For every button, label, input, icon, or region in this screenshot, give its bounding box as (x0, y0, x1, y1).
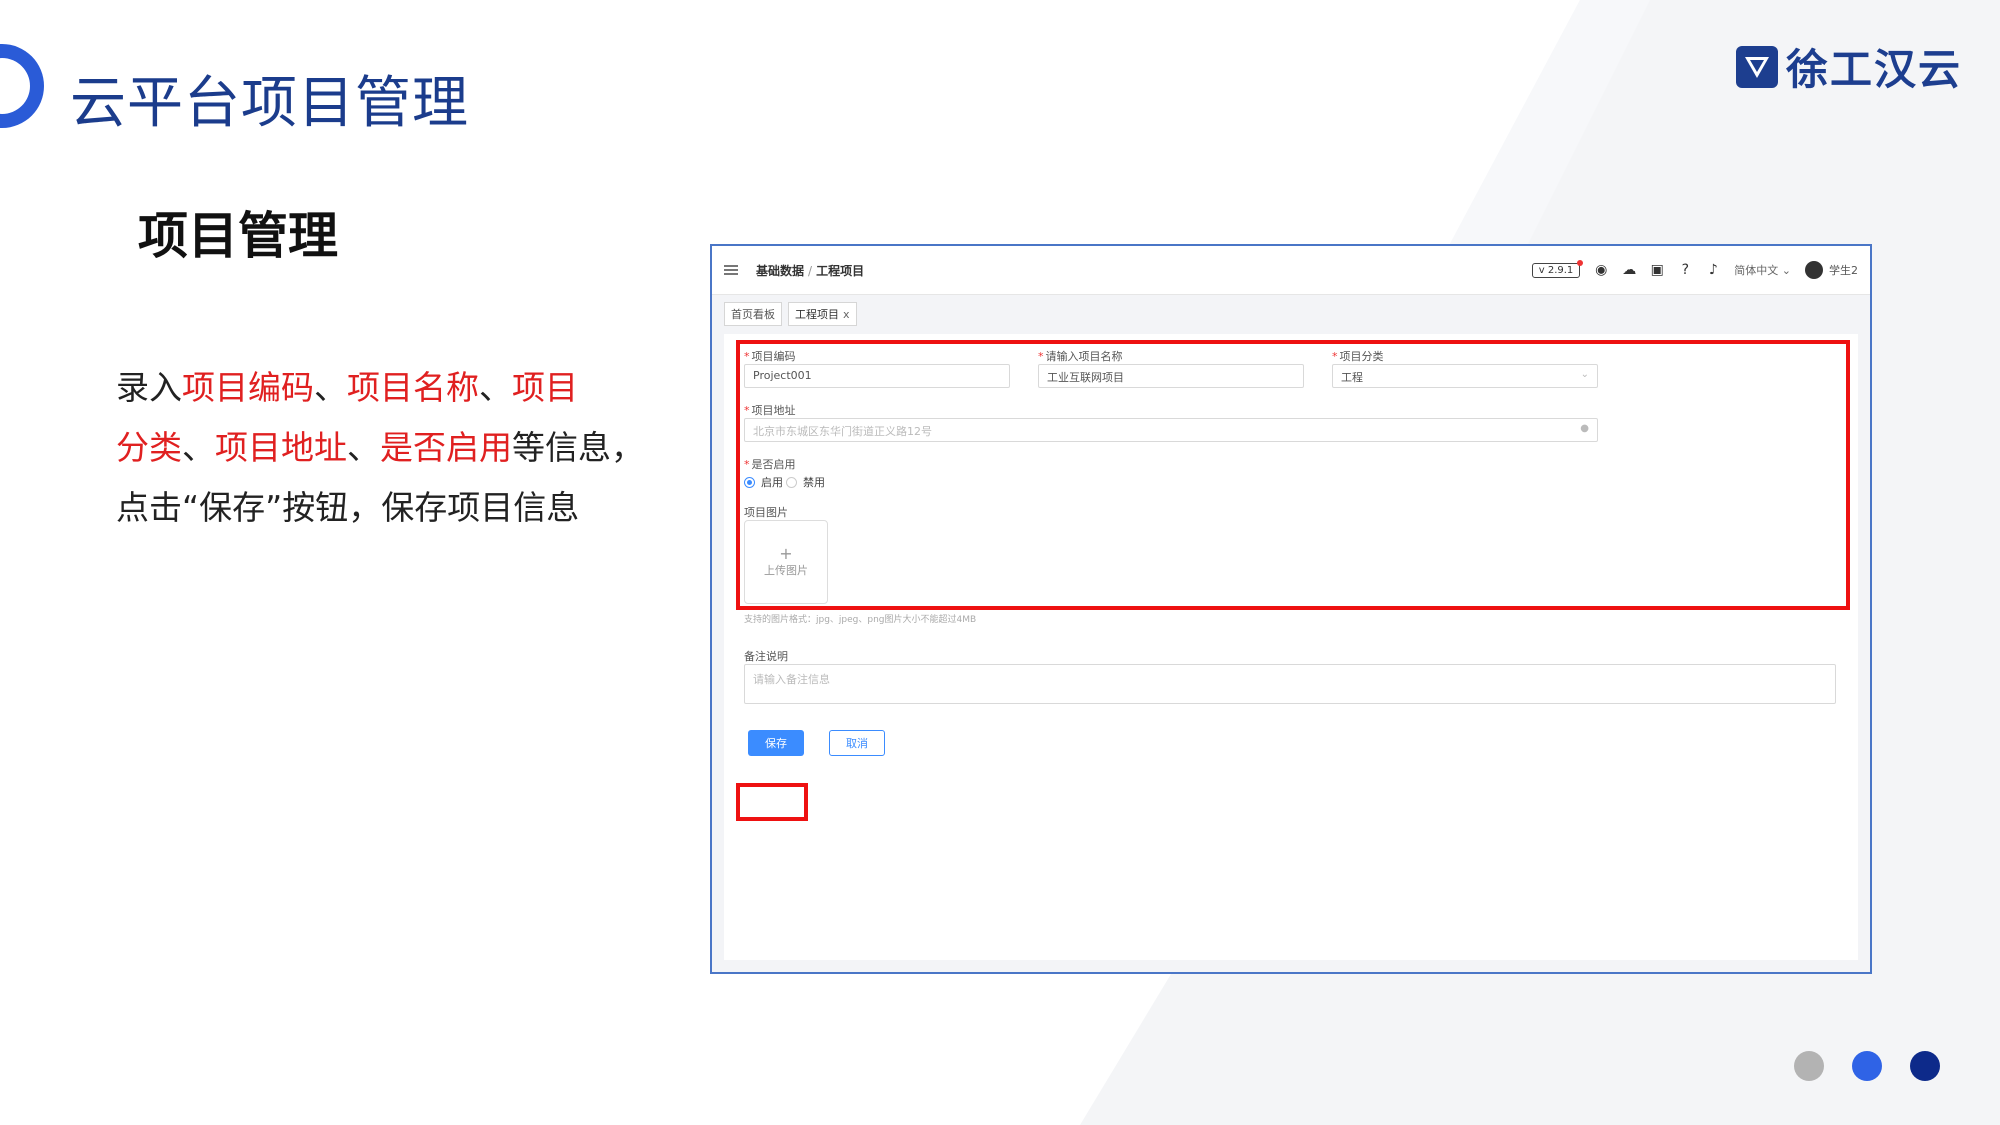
fullscreen-icon[interactable]: ▣ (1650, 263, 1664, 277)
brand-logo: 徐工汉云 (1734, 36, 1962, 97)
pager-dot-2 (1852, 1051, 1882, 1081)
upload-hint: 支持的图片格式：jpg、jpeg、png图片大小不能超过4MB (744, 615, 977, 625)
pager-dot-3 (1910, 1051, 1940, 1081)
avatar (1805, 261, 1823, 279)
cloud-icon[interactable]: ☁ (1622, 263, 1636, 277)
user-name: 学生2 (1829, 264, 1858, 277)
app-screenshot: 基础数据 / 工程项目 v 2.9.1 ◉ ☁ ▣ ? ♪ 简体中文 ⌄ 学生2 首… (710, 244, 1872, 974)
tab-dashboard[interactable]: 首页看板 (724, 302, 782, 326)
user-menu[interactable]: 学生2 (1805, 261, 1858, 279)
logo-text: 徐工汉云 (1785, 45, 1962, 94)
app-header: 基础数据 / 工程项目 v 2.9.1 ◉ ☁ ▣ ? ♪ 简体中文 ⌄ 学生2 (712, 246, 1870, 295)
header-toolbar: v 2.9.1 ◉ ☁ ▣ ? ♪ 简体中文 ⌄ 学生2 (1531, 259, 1858, 279)
chat-icon[interactable]: ◉ (1594, 263, 1608, 277)
cancel-button[interactable]: 取消 (829, 730, 885, 756)
bell-icon[interactable]: ♪ (1706, 263, 1720, 277)
remark-textarea[interactable]: 请输入备注信息 (744, 664, 1836, 704)
breadcrumb: 基础数据 / 工程项目 (756, 262, 864, 279)
menu-toggle-icon[interactable] (724, 265, 738, 275)
language-select[interactable]: 简体中文 ⌄ (1734, 262, 1791, 278)
description-line-2: 分类、项目地址、是否启用等信息， (116, 428, 644, 467)
breadcrumb-current: 工程项目 (816, 263, 865, 278)
description-text: 录入项目编码、项目名称、项目 分类、项目地址、是否启用等信息， 点击“保存”按钮… (116, 358, 656, 538)
pager-dot-1 (1794, 1051, 1824, 1081)
breadcrumb-separator: / (808, 263, 813, 278)
tab-projects[interactable]: 工程项目 x (788, 302, 857, 326)
highlight-box-fields (736, 340, 1850, 610)
slide-title: 云平台项目管理 (70, 71, 469, 136)
section-heading: 项目管理 (138, 207, 338, 265)
tab-close-icon[interactable]: x (843, 308, 850, 321)
version-badge[interactable]: v 2.9.1 (1531, 259, 1583, 278)
pager-dots (1794, 1051, 1940, 1081)
breadcrumb-parent[interactable]: 基础数据 (756, 264, 804, 278)
description-line-1: 录入项目编码、项目名称、项目 (116, 368, 578, 407)
highlight-box-save (736, 783, 808, 821)
tab-bar: 首页看板 工程项目 x (712, 295, 1870, 333)
help-icon[interactable]: ? (1678, 263, 1692, 277)
remark-label: 备注说明 (744, 650, 788, 663)
description-line-3: 点击“保存”按钮，保存项目信息 (116, 488, 580, 527)
title-accent-arc (0, 44, 44, 128)
logo-mark-icon (1735, 45, 1778, 88)
save-button[interactable]: 保存 (748, 730, 804, 756)
